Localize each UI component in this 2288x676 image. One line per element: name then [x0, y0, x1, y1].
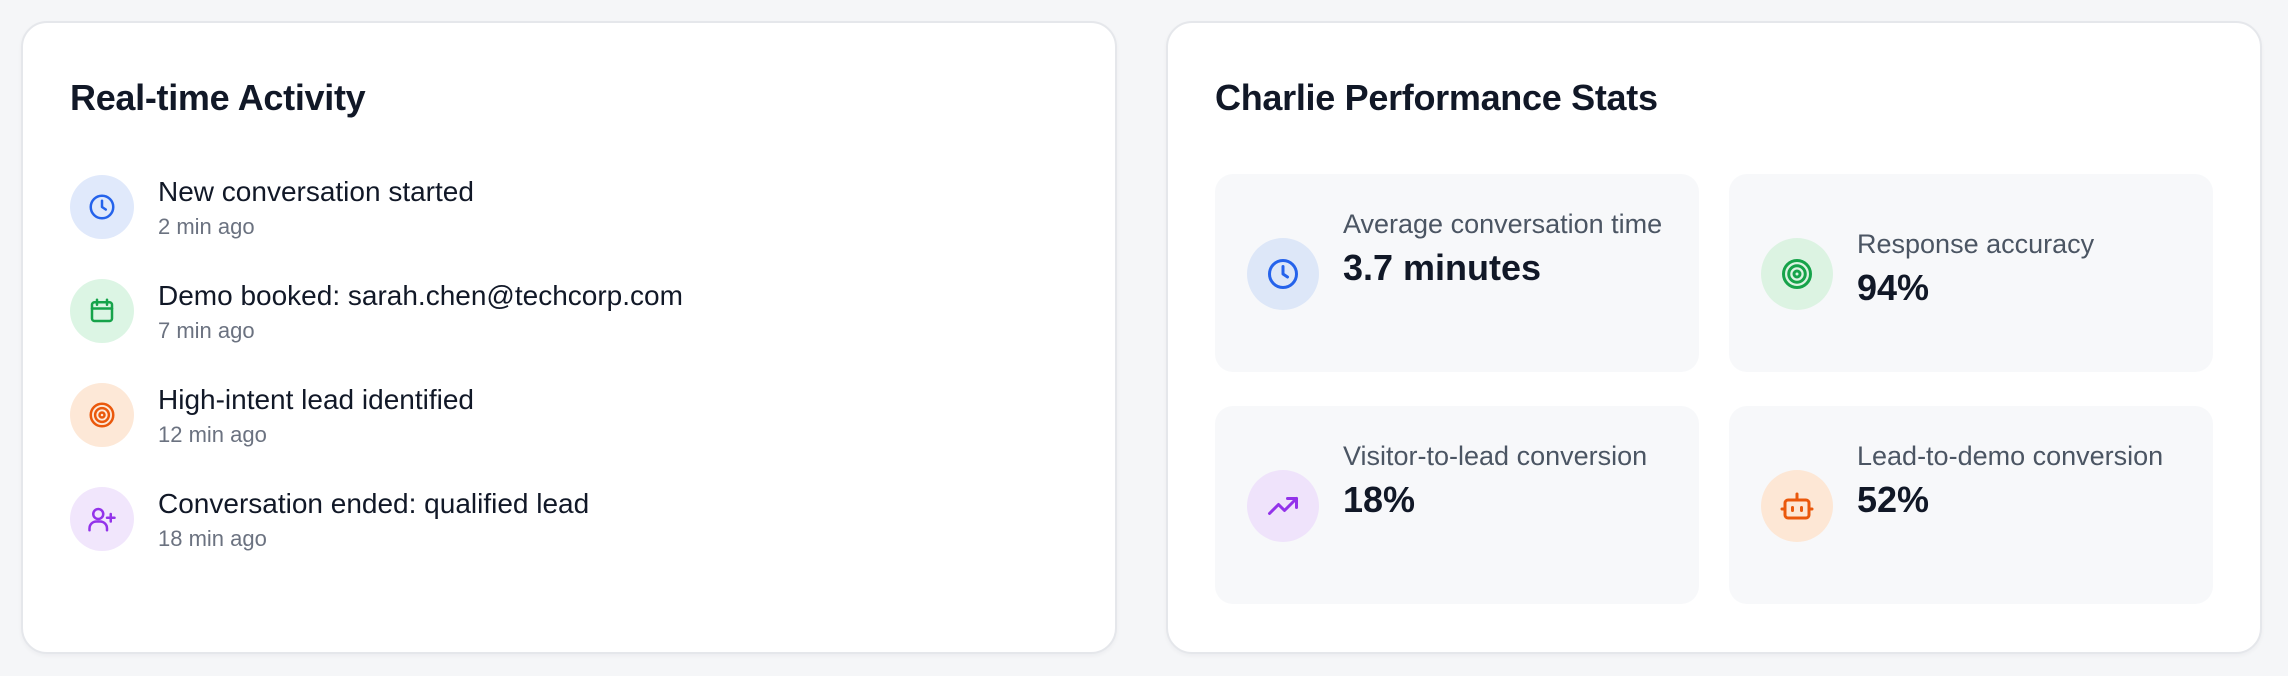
stat-tile: Average conversation time 3.7 minutes — [1215, 174, 1699, 372]
activity-time: 2 min ago — [158, 214, 255, 239]
clock-icon — [1247, 238, 1319, 310]
activity-item: Demo booked: sarah.chen@techcorp.com 7 m… — [70, 279, 1070, 349]
stat-label: Average conversation time — [1343, 209, 1663, 239]
activity-title: Conversation ended: qualified lead — [158, 488, 590, 519]
user-plus-icon — [70, 487, 134, 551]
activity-text: High-intent lead identified 12 min ago — [158, 383, 474, 449]
activity-text: Conversation ended: qualified lead 18 mi… — [158, 487, 589, 553]
stat-tile: Visitor-to-lead conversion 18% — [1215, 406, 1699, 604]
stat-body: Lead-to-demo conversion 52% — [1857, 436, 2187, 522]
calendar-icon — [70, 279, 134, 343]
dashboard-page: Real-time Activity New conversation star… — [0, 0, 2288, 676]
performance-stats-card: Charlie Performance Stats Average conver… — [1166, 21, 2262, 654]
stat-label: Visitor-to-lead conversion — [1343, 441, 1648, 471]
activity-time: 18 min ago — [158, 526, 267, 551]
stat-value: 18% — [1343, 479, 1416, 520]
card-title: Real-time Activity — [70, 77, 366, 118]
activity-text: Demo booked: sarah.chen@techcorp.com 7 m… — [158, 279, 683, 345]
stat-body: Visitor-to-lead conversion 18% — [1343, 436, 1673, 522]
stat-value: 94% — [1857, 267, 1930, 308]
stat-body: Average conversation time 3.7 minutes — [1343, 204, 1673, 290]
stat-value: 52% — [1857, 479, 1930, 520]
trending-up-icon — [1247, 470, 1319, 542]
stat-label: Lead-to-demo conversion — [1857, 441, 2164, 471]
activity-item: Conversation ended: qualified lead 18 mi… — [70, 487, 1070, 557]
stat-tile: Lead-to-demo conversion 52% — [1729, 406, 2213, 604]
stat-body: Response accuracy 94% — [1857, 224, 2187, 310]
realtime-activity-card: Real-time Activity New conversation star… — [21, 21, 1117, 654]
activity-title: Demo booked: sarah.chen@techcorp.com — [158, 280, 683, 311]
activity-title: High-intent lead identified — [158, 384, 474, 415]
activity-time: 12 min ago — [158, 422, 267, 447]
target-icon — [1761, 238, 1833, 310]
activity-time: 7 min ago — [158, 318, 255, 343]
stat-label: Response accuracy — [1857, 229, 2095, 259]
activity-text: New conversation started 2 min ago — [158, 175, 474, 241]
activity-item: New conversation started 2 min ago — [70, 175, 1070, 245]
stat-tile: Response accuracy 94% — [1729, 174, 2213, 372]
card-title: Charlie Performance Stats — [1215, 77, 1658, 118]
stat-value: 3.7 minutes — [1343, 247, 1542, 288]
target-icon — [70, 383, 134, 447]
bot-icon — [1761, 470, 1833, 542]
activity-title: New conversation started — [158, 176, 474, 207]
activity-item: High-intent lead identified 12 min ago — [70, 383, 1070, 453]
clock-icon — [70, 175, 134, 239]
